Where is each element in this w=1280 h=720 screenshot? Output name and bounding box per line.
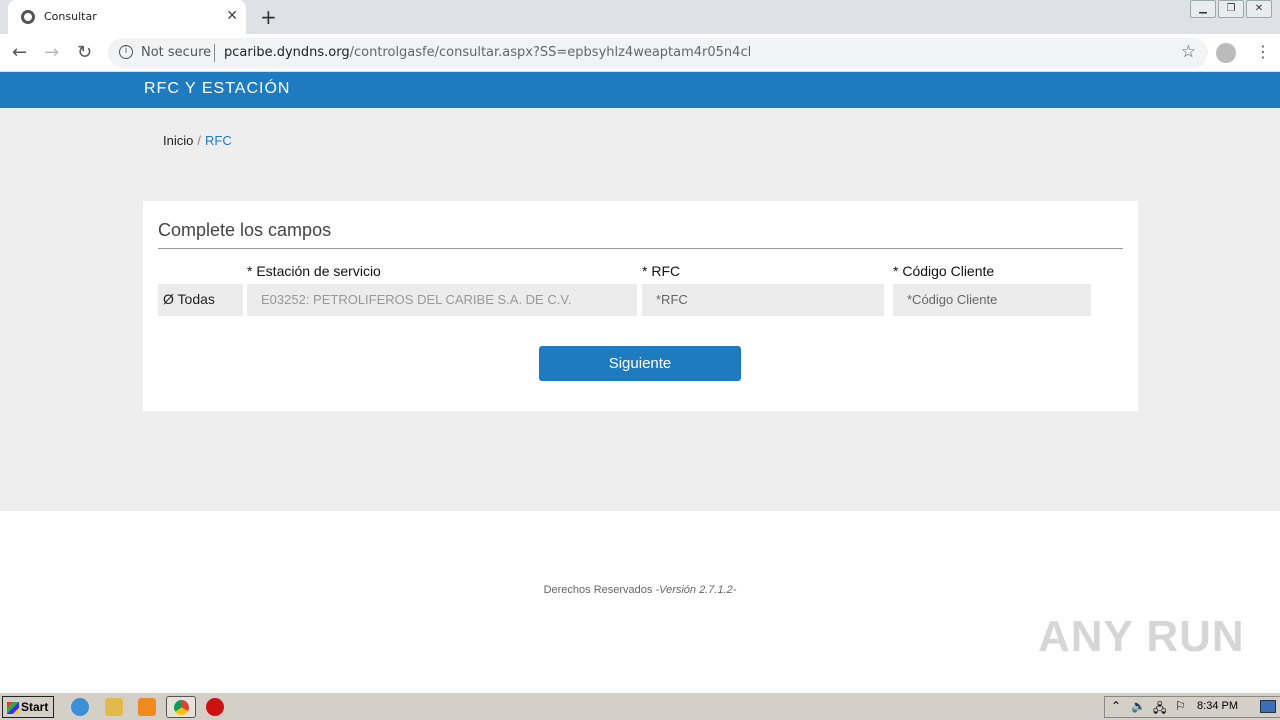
taskbar-clock[interactable]: 8:34 PM	[1197, 700, 1238, 712]
close-tab-icon[interactable]: ✕	[226, 8, 238, 24]
url-path: /controlgasfe/consultar.aspx?SS=epbsyhlz…	[349, 45, 752, 60]
url-text[interactable]: pcaribe.dyndns.org/controlgasfe/consulta…	[224, 45, 751, 60]
window-controls: ▁ ❐ ✕	[1188, 0, 1272, 18]
profile-avatar-icon[interactable]	[1216, 43, 1236, 63]
chrome-taskbar-button[interactable]	[166, 696, 196, 718]
breadcrumb-home-link[interactable]: Inicio	[163, 133, 193, 148]
breadcrumb-separator: /	[197, 133, 201, 148]
opera-icon[interactable]	[206, 698, 224, 716]
windows-logo-icon	[7, 701, 19, 714]
favicon-icon	[21, 10, 35, 24]
new-tab-button[interactable]: +	[260, 5, 277, 29]
taskbar: Start ⌃ 🔈 🖧 ⚐ 8:34 PM	[0, 692, 1280, 720]
media-player-icon[interactable]	[138, 698, 156, 716]
system-tray: ⌃ 🔈 🖧 ⚐	[1104, 696, 1280, 718]
restore-button[interactable]: ❐	[1218, 0, 1244, 18]
tab-title: Consultar	[44, 10, 97, 23]
info-icon[interactable]: i	[119, 45, 133, 59]
siguiente-button[interactable]: Siguiente	[539, 346, 741, 381]
page-footer: Derechos Reservados -Versión 2.7.1.2-	[0, 584, 1280, 596]
browser-menu-icon[interactable]: ⋮	[1255, 42, 1271, 61]
forward-icon[interactable]: →	[44, 42, 59, 63]
ie-icon[interactable]	[71, 698, 89, 716]
anyrun-watermark: ANY RUN	[1038, 612, 1245, 661]
rfc-label: * RFC	[642, 263, 681, 279]
client-code-input[interactable]: *Código Cliente	[893, 284, 1091, 316]
page-header: RFC Y ESTACIÓN	[0, 72, 1280, 108]
form-card: Complete los campos Ø Todas * Estación d…	[143, 201, 1138, 411]
security-label: Not secure	[141, 45, 212, 60]
show-desktop-icon[interactable]	[1260, 700, 1276, 713]
close-window-button[interactable]: ✕	[1246, 0, 1272, 18]
browser-tabstrip: Consultar ✕ + ▁ ❐ ✕	[0, 0, 1280, 34]
page-brand: RFC Y ESTACIÓN	[144, 80, 291, 97]
form-divider	[158, 248, 1123, 249]
address-separator	[214, 44, 215, 62]
breadcrumb: Inicio / RFC	[163, 133, 232, 148]
footer-version: -Versión 2.7.1.2-	[655, 584, 737, 596]
volume-icon[interactable]: 🔈	[1131, 699, 1146, 713]
footer-rights: Derechos Reservados	[543, 584, 653, 596]
rfc-input[interactable]: *RFC	[642, 284, 884, 316]
browser-tab[interactable]: Consultar ✕	[8, 0, 246, 34]
address-bar[interactable]: i Not secure pcaribe.dyndns.org/controlg…	[108, 38, 1208, 68]
browser-toolbar: ← → ↻ i Not secure pcaribe.dyndns.org/co…	[0, 34, 1280, 72]
breadcrumb-current: RFC	[204, 133, 232, 148]
start-label: Start	[21, 700, 49, 714]
reload-icon[interactable]: ↻	[77, 42, 92, 63]
explorer-folder-icon[interactable]	[105, 698, 123, 716]
todas-toggle[interactable]: Ø Todas	[158, 284, 243, 316]
form-title: Complete los campos	[158, 220, 332, 240]
station-label: * Estación de servicio	[247, 263, 381, 279]
url-host: pcaribe.dyndns.org	[224, 45, 350, 60]
station-field[interactable]: E03252: PETROLIFEROS DEL CARIBE S.A. DE …	[247, 284, 637, 316]
action-center-flag-icon[interactable]: ⚐	[1175, 699, 1186, 713]
bookmark-star-icon[interactable]: ☆	[1181, 42, 1196, 62]
network-icon[interactable]: 🖧	[1153, 699, 1166, 720]
minimize-button[interactable]: ▁	[1190, 0, 1216, 18]
client-code-label: * Código Cliente	[893, 263, 995, 279]
chrome-icon	[174, 700, 189, 715]
start-button[interactable]: Start	[2, 696, 54, 718]
back-icon[interactable]: ←	[12, 42, 27, 63]
tray-expand-icon[interactable]: ⌃	[1111, 699, 1121, 713]
